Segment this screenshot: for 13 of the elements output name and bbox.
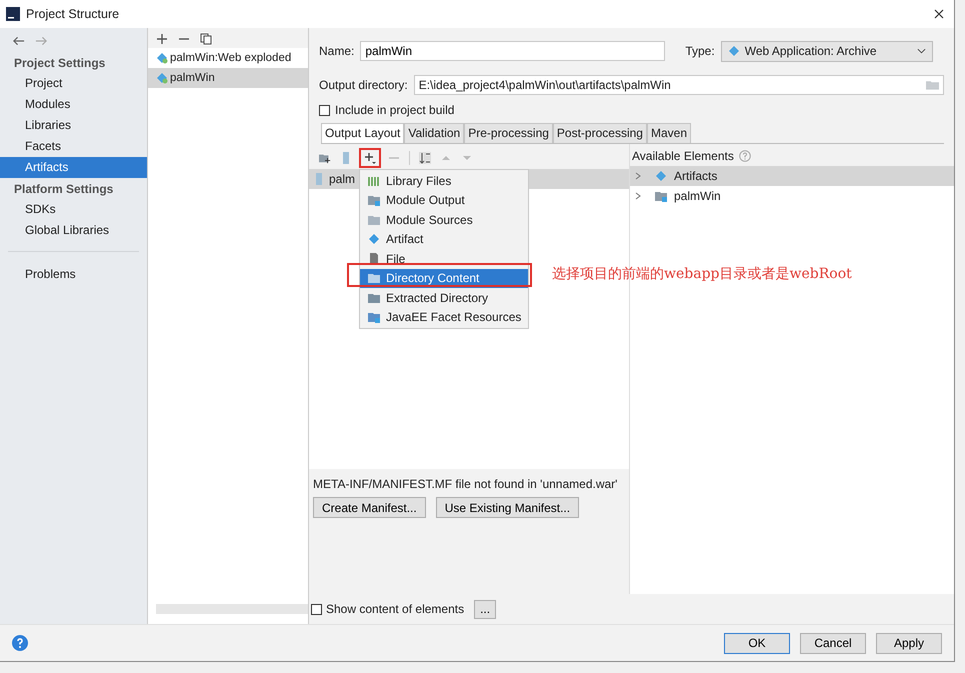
annotation-text: 选择项目的前端的webapp目录或者是webRoot — [552, 265, 852, 283]
sidebar-group-title: Platform Settings — [13, 181, 114, 198]
checkbox-label: Include in project build — [335, 103, 454, 117]
artifact-label: palmWin — [170, 72, 215, 84]
sidebar-group-title: Project Settings — [13, 55, 106, 72]
available-elements-title: Available Elements — [632, 149, 734, 163]
type-label: Type: — [685, 44, 715, 58]
manifest-message: META-INF/MANIFEST.MF file not found in 'unnamed.war' — [313, 477, 618, 491]
checkbox-label: Show content of elements — [326, 602, 464, 616]
artifact-label: palmWin:Web exploded — [170, 52, 292, 64]
output-directory-label: Output directory: — [319, 78, 408, 92]
window-title: Project Structure — [26, 7, 120, 21]
name-label: Name: — [319, 44, 354, 58]
